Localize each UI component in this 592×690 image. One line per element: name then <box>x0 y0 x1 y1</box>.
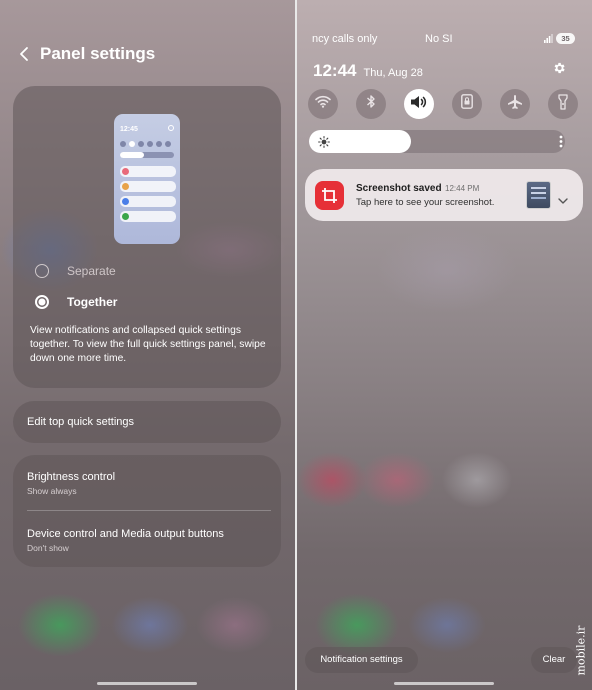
battery-icon: 35 <box>556 33 575 44</box>
watermark-logo: mobile.ir <box>570 620 590 690</box>
screenshot-notification[interactable]: Screenshot saved 12:44 PM Tap here to se… <box>305 169 583 221</box>
panel-settings-screen: Panel settings 12:45 Separate Together V… <box>0 0 295 690</box>
airplane-icon <box>507 94 523 115</box>
sound-toggle[interactable] <box>404 89 434 119</box>
controls-card: Brightness control Show always Device co… <box>13 455 281 567</box>
date: Thu, Aug 28 <box>363 67 423 79</box>
preview-toggle <box>165 141 171 147</box>
preview-toggle <box>156 141 162 147</box>
preview-notification <box>120 166 176 177</box>
option-label: Separate <box>67 264 116 278</box>
home-indicator[interactable] <box>394 682 494 685</box>
airplane-mode-toggle[interactable] <box>500 89 530 119</box>
notification-text: Tap here to see your screenshot. <box>356 197 495 208</box>
radio-selected-icon[interactable] <box>35 295 49 309</box>
preview-toggle <box>138 141 144 147</box>
panel-mode-card: 12:45 Separate Together View notificatio… <box>13 86 281 388</box>
clock-row: 12:44 Thu, Aug 28 <box>313 61 423 81</box>
divider <box>27 510 271 511</box>
sound-icon <box>410 95 428 114</box>
screenshot-thumbnail[interactable] <box>526 181 551 209</box>
preview-toggle <box>120 141 126 147</box>
option-label: Together <box>67 295 118 309</box>
signal-icon <box>544 34 553 46</box>
device-control-item[interactable]: Device control and Media output buttons … <box>27 528 224 553</box>
device-control-title: Device control and Media output buttons <box>27 528 224 540</box>
preview-notification-dot <box>122 213 129 220</box>
notification-time: 12:44 PM <box>445 184 480 193</box>
page-title: Panel settings <box>40 44 156 63</box>
more-options-icon[interactable] <box>559 135 563 153</box>
preview-quick-toggles <box>120 141 171 147</box>
notification-title: Screenshot saved <box>356 183 442 194</box>
chevron-down-icon[interactable] <box>558 191 568 209</box>
preview-notification <box>120 196 176 207</box>
preview-notification <box>120 181 176 192</box>
preview-time: 12:45 <box>120 126 138 133</box>
home-indicator[interactable] <box>97 682 197 685</box>
preview-notification-dot <box>122 168 129 175</box>
option-together[interactable]: Together <box>35 295 117 309</box>
preview-toggle <box>129 141 135 147</box>
status-bar: ncy calls only No SI 35 <box>312 33 580 47</box>
panel-preview-image: 12:45 <box>114 114 180 244</box>
preview-toggle <box>147 141 153 147</box>
radio-unselected-icon[interactable] <box>35 264 49 278</box>
wifi-icon <box>315 95 331 113</box>
preview-brightness-bar <box>120 152 174 158</box>
screenshot-crop-icon <box>315 181 344 210</box>
brightness-slider[interactable] <box>309 130 565 153</box>
device-control-value: Don't show <box>27 543 69 553</box>
preview-notification-dot <box>122 198 129 205</box>
flashlight-toggle[interactable] <box>548 89 578 119</box>
brightness-control-title: Brightness control <box>27 471 116 483</box>
flashlight-icon <box>558 93 568 115</box>
preview-notification <box>120 211 176 222</box>
clock[interactable]: 12:44 <box>313 61 356 81</box>
screen-lock-toggle[interactable] <box>452 89 482 119</box>
sim-status-text: No SI <box>425 33 453 45</box>
sun-icon <box>318 135 330 153</box>
edit-label: Edit top quick settings <box>27 416 135 428</box>
preview-notification-dot <box>122 183 129 190</box>
carrier-text: ncy calls only <box>312 33 378 45</box>
preview-gear-icon <box>168 125 174 131</box>
bluetooth-icon <box>366 94 376 114</box>
wifi-toggle[interactable] <box>308 89 338 119</box>
header: Panel settings <box>18 44 155 64</box>
option-separate[interactable]: Separate <box>35 264 116 278</box>
notification-settings-button[interactable]: Notification settings <box>305 647 418 673</box>
settings-gear-icon[interactable] <box>552 61 566 80</box>
quick-settings-row <box>308 89 578 121</box>
bluetooth-toggle[interactable] <box>356 89 386 119</box>
brightness-control-value: Show always <box>27 486 77 496</box>
notification-panel-screen: ncy calls only No SI 35 12:44 Thu, Aug 2… <box>297 0 592 690</box>
edit-top-quick-settings-button[interactable]: Edit top quick settings <box>13 401 281 443</box>
brightness-control-item[interactable]: Brightness control Show always <box>27 471 115 496</box>
option-description: View notifications and collapsed quick s… <box>30 325 266 364</box>
screen-lock-icon <box>461 94 473 114</box>
watermark-text: mobile.ir <box>574 625 588 676</box>
back-arrow-icon[interactable] <box>18 46 30 62</box>
